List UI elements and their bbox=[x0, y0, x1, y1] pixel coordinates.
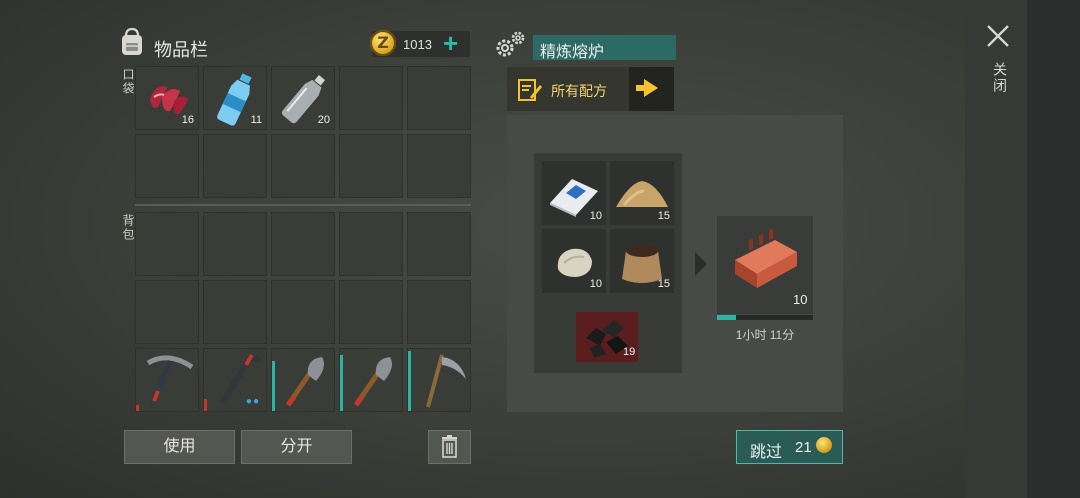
arrow-right-icon bbox=[644, 79, 658, 97]
item-count: 11 bbox=[250, 114, 262, 126]
ingredient-slot-2[interactable]: 15 bbox=[610, 161, 674, 225]
pocket-slot-3[interactable]: 20 bbox=[271, 66, 335, 130]
item-count: 10 bbox=[589, 278, 602, 290]
station-title: 精炼熔炉 bbox=[540, 44, 605, 61]
durability-bar bbox=[204, 399, 207, 411]
item-count: 10 bbox=[589, 210, 602, 222]
durability-bar bbox=[408, 351, 411, 411]
craft-arrow-icon bbox=[695, 252, 707, 276]
pocket-slot-1[interactable]: 16 bbox=[135, 66, 199, 130]
pocket-slot-6[interactable] bbox=[135, 134, 199, 198]
close-label: 关闭 bbox=[992, 62, 1008, 94]
pocket-slot-5[interactable] bbox=[407, 66, 471, 130]
backpack-slot[interactable] bbox=[271, 212, 335, 276]
skip-label: 跳过 bbox=[750, 444, 783, 461]
tool-slot-1[interactable] bbox=[135, 348, 199, 412]
backpack-slot[interactable] bbox=[135, 280, 199, 344]
trash-button[interactable] bbox=[428, 430, 471, 464]
gears-icon bbox=[496, 31, 525, 57]
recipe-book-icon bbox=[518, 79, 542, 101]
tool-slot-5[interactable] bbox=[407, 348, 471, 412]
backpack-slot[interactable] bbox=[339, 280, 403, 344]
coin-icon: Z bbox=[370, 30, 396, 56]
durability-bar bbox=[340, 355, 343, 411]
right-side-panel bbox=[965, 0, 1080, 498]
shovel-icon bbox=[285, 357, 324, 407]
backpack-slot[interactable] bbox=[135, 212, 199, 276]
durability-dots: ●● bbox=[245, 396, 260, 407]
scythe-icon bbox=[426, 354, 466, 408]
ingredient-slot-3[interactable]: 10 bbox=[542, 229, 606, 293]
all-recipes-label: 所有配方 bbox=[551, 83, 607, 99]
pocket-slot-4[interactable] bbox=[339, 66, 403, 130]
pocket-slot-9[interactable] bbox=[339, 134, 403, 198]
backpack-icon bbox=[122, 27, 142, 55]
pocket-slot-8[interactable] bbox=[271, 134, 335, 198]
item-count: 20 bbox=[317, 114, 330, 126]
time-remaining: 1小时 11分 bbox=[735, 328, 795, 342]
craft-progress-fill bbox=[717, 315, 736, 320]
pocket-slot-10[interactable] bbox=[407, 134, 471, 198]
trash-icon bbox=[442, 435, 457, 458]
ingredient-slot-1[interactable]: 10 bbox=[542, 161, 606, 225]
pocket-slot-2[interactable]: 11 bbox=[203, 66, 267, 130]
tool-slot-2[interactable]: ●● bbox=[203, 348, 267, 412]
pocket-slot-7[interactable] bbox=[203, 134, 267, 198]
item-count: 15 bbox=[657, 278, 670, 290]
inventory-title: 物品栏 bbox=[154, 40, 208, 60]
backpack-slot[interactable] bbox=[407, 212, 471, 276]
tool-slot-4[interactable] bbox=[339, 348, 403, 412]
backpack-slot[interactable] bbox=[203, 280, 267, 344]
durability-bar bbox=[136, 405, 139, 411]
fuel-count: 19 bbox=[623, 346, 636, 358]
skip-cost: 21 bbox=[795, 439, 812, 456]
item-count: 16 bbox=[181, 114, 194, 126]
pickaxe-icon bbox=[146, 355, 194, 406]
backpack-slot[interactable] bbox=[407, 280, 471, 344]
add-coins-button[interactable]: + bbox=[443, 28, 458, 59]
item-count: 15 bbox=[657, 210, 670, 222]
section-divider bbox=[135, 204, 471, 206]
backpack-slot[interactable] bbox=[339, 212, 403, 276]
split-button[interactable]: 分开 bbox=[241, 430, 352, 464]
shovel-icon bbox=[353, 357, 392, 407]
backpack-slot[interactable] bbox=[203, 212, 267, 276]
coin-icon bbox=[816, 437, 832, 453]
tool-slot-3[interactable] bbox=[271, 348, 335, 412]
output-count: 10 bbox=[793, 292, 808, 307]
close-icon[interactable] bbox=[986, 24, 1010, 48]
coin-count: 1013 bbox=[403, 37, 432, 52]
ingredient-slot-4[interactable]: 15 bbox=[610, 229, 674, 293]
durability-bar bbox=[272, 361, 275, 411]
backpack-slot[interactable] bbox=[271, 280, 335, 344]
use-button[interactable]: 使用 bbox=[124, 430, 235, 464]
